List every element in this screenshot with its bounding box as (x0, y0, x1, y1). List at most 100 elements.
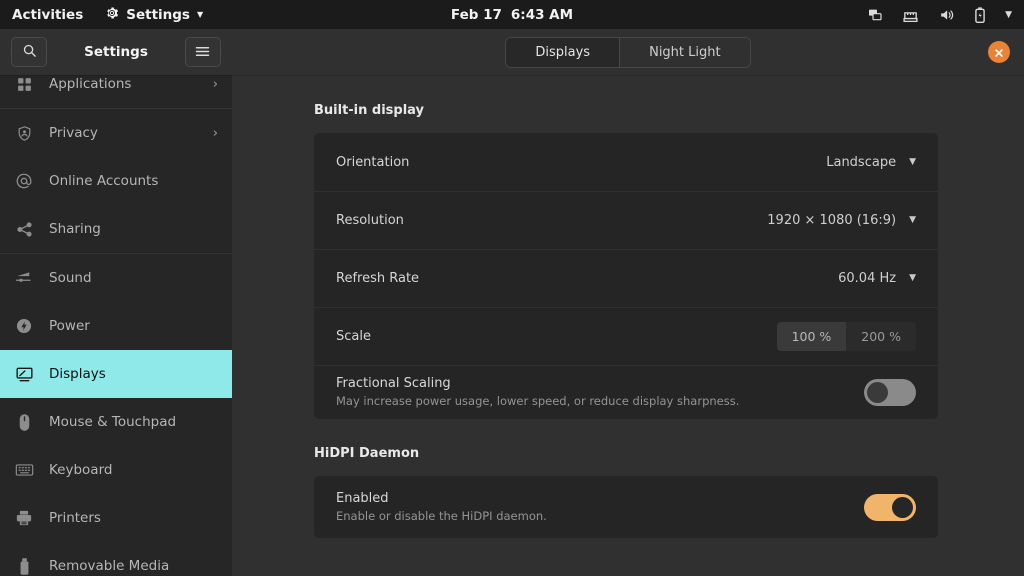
applications-icon (14, 76, 34, 94)
app-menu-button[interactable]: Settings ▼ (105, 6, 203, 24)
scale-option-200[interactable]: 200 % (846, 321, 916, 351)
gnome-top-bar: Activities Settings ▼ Feb 17 6:43 AM ▼ (0, 0, 1024, 29)
row-orientation[interactable]: Orientation Landscape ▼ (314, 133, 938, 191)
chevron-right-icon: › (212, 76, 218, 92)
mouse-icon (14, 412, 34, 432)
sidebar-scroll-area[interactable]: Applications › Privacy › Online Accounts… (0, 76, 232, 576)
sidebar-item-online-accounts[interactable]: Online Accounts (0, 157, 232, 205)
toggle-knob (892, 496, 913, 518)
sidebar-item-label: Keyboard (49, 462, 113, 478)
hidpi-daemon-card: Enabled Enable or disable the HiDPI daem… (314, 476, 938, 538)
sidebar-item-sharing[interactable]: Sharing (0, 205, 232, 253)
toggle-knob (867, 381, 888, 403)
ethernet-icon[interactable] (902, 7, 919, 23)
chevron-down-icon[interactable]: ▼ (1005, 10, 1012, 20)
chevron-down-icon: ▼ (909, 273, 916, 283)
hidpi-enabled-description: Enable or disable the HiDPI daemon. (336, 509, 547, 523)
app-menu-label: Settings (126, 6, 190, 23)
top-bar-left-group: Activities Settings ▼ (0, 6, 203, 24)
sidebar-item-label: Online Accounts (49, 173, 159, 189)
tab-displays[interactable]: Displays (506, 37, 620, 67)
row-label: Refresh Rate (336, 270, 420, 286)
chevron-down-icon: ▼ (196, 10, 204, 19)
settings-window: Settings Applications › Privacy › Online… (0, 29, 1024, 576)
hidpi-enabled-label: Enabled (336, 491, 389, 506)
sidebar-item-label: Sound (49, 270, 92, 286)
fractional-scaling-description: May increase power usage, lower speed, o… (336, 394, 740, 408)
sound-slider-icon (14, 268, 34, 288)
sidebar-item-label: Applications (49, 76, 132, 92)
main-menu-button[interactable] (184, 37, 221, 67)
scale-segmented-control: 100 % 200 % (776, 321, 916, 351)
orientation-dropdown[interactable]: Landscape ▼ (826, 155, 916, 170)
sidebar-item-power[interactable]: Power (0, 302, 232, 350)
displays-page: Built-in display Orientation Landscape ▼… (232, 76, 1024, 538)
row-scale[interactable]: Scale 100 % 200 % (314, 307, 938, 365)
at-sign-icon (14, 171, 34, 191)
volume-icon[interactable] (938, 7, 955, 23)
settings-content-panel: Displays Night Light Built-in display Or… (232, 29, 1024, 576)
orientation-value: Landscape (826, 154, 897, 170)
row-label: Scale (336, 328, 371, 344)
view-switcher-tabs: Displays Night Light (505, 36, 751, 68)
clock-time: 6:43 AM (510, 6, 574, 23)
fractional-scaling-toggle[interactable] (864, 378, 916, 406)
tab-night-light[interactable]: Night Light (619, 37, 750, 67)
sidebar-item-label: Mouse & Touchpad (49, 414, 177, 430)
sidebar-item-keyboard[interactable]: Keyboard (0, 446, 232, 494)
row-label: Resolution (336, 212, 404, 228)
hidpi-enabled-toggle[interactable] (864, 493, 916, 521)
content-header-bar: Displays Night Light (232, 29, 1024, 76)
shield-person-icon (14, 123, 34, 143)
sidebar-item-applications[interactable]: Applications › (0, 76, 232, 108)
chevron-down-icon: ▼ (909, 157, 916, 167)
usb-drive-icon (14, 556, 34, 576)
refresh-rate-dropdown[interactable]: 60.04 Hz ▼ (838, 271, 916, 286)
refresh-rate-value: 60.04 Hz (838, 270, 897, 286)
row-hidpi-enabled[interactable]: Enabled Enable or disable the HiDPI daem… (314, 476, 938, 538)
display-icon (14, 364, 34, 384)
sidebar-item-label: Removable Media (49, 558, 170, 574)
chevron-down-icon: ▼ (909, 215, 916, 225)
printer-icon (14, 508, 34, 528)
activities-button[interactable]: Activities (12, 7, 83, 23)
sidebar-header-bar: Settings (0, 29, 232, 76)
sidebar-item-label: Power (49, 318, 90, 334)
system-status-area[interactable]: ▼ (867, 6, 1024, 24)
settings-scroll-area[interactable]: Built-in display Orientation Landscape ▼… (232, 76, 1024, 576)
row-resolution[interactable]: Resolution 1920 × 1080 (16:9) ▼ (314, 191, 938, 249)
sidebar-item-printers[interactable]: Printers (0, 494, 232, 542)
sidebar-item-label: Sharing (49, 221, 101, 237)
sidebar-item-label: Privacy (49, 125, 98, 141)
gear-icon (105, 6, 119, 24)
sidebar-item-removable-media[interactable]: Removable Media (0, 542, 232, 576)
sidebar-item-label: Displays (49, 366, 106, 382)
settings-sidebar: Settings Applications › Privacy › Online… (0, 29, 232, 576)
close-window-button[interactable] (988, 41, 1010, 63)
search-icon (22, 43, 37, 62)
sidebar-item-sound[interactable]: Sound (0, 254, 232, 302)
battery-icon[interactable] (974, 6, 986, 24)
sidebar-item-displays[interactable]: Displays (0, 350, 232, 398)
sidebar-title: Settings (84, 44, 148, 60)
chevron-right-icon: › (212, 125, 218, 141)
close-icon (994, 43, 1004, 62)
fractional-scaling-label: Fractional Scaling (336, 376, 451, 391)
sidebar-item-label: Printers (49, 510, 101, 526)
section-title-built-in-display: Built-in display (314, 103, 425, 118)
built-in-display-card: Orientation Landscape ▼ Resolution 1920 … (314, 133, 938, 419)
sidebar-item-mouse-touchpad[interactable]: Mouse & Touchpad (0, 398, 232, 446)
resolution-dropdown[interactable]: 1920 × 1080 (16:9) ▼ (767, 213, 916, 228)
sidebar-item-privacy[interactable]: Privacy › (0, 109, 232, 157)
row-label: Orientation (336, 154, 410, 170)
row-fractional-scaling[interactable]: Fractional Scaling May increase power us… (314, 365, 938, 419)
scale-option-100[interactable]: 100 % (776, 321, 847, 351)
clock-date: Feb 17 (450, 6, 502, 23)
screencast-icon[interactable] (867, 7, 883, 23)
section-title-hidpi-daemon: HiDPI Daemon (314, 446, 420, 461)
row-refresh-rate[interactable]: Refresh Rate 60.04 Hz ▼ (314, 249, 938, 307)
search-button[interactable] (11, 37, 47, 67)
power-bolt-icon (14, 316, 34, 336)
hamburger-menu-icon (195, 43, 210, 62)
